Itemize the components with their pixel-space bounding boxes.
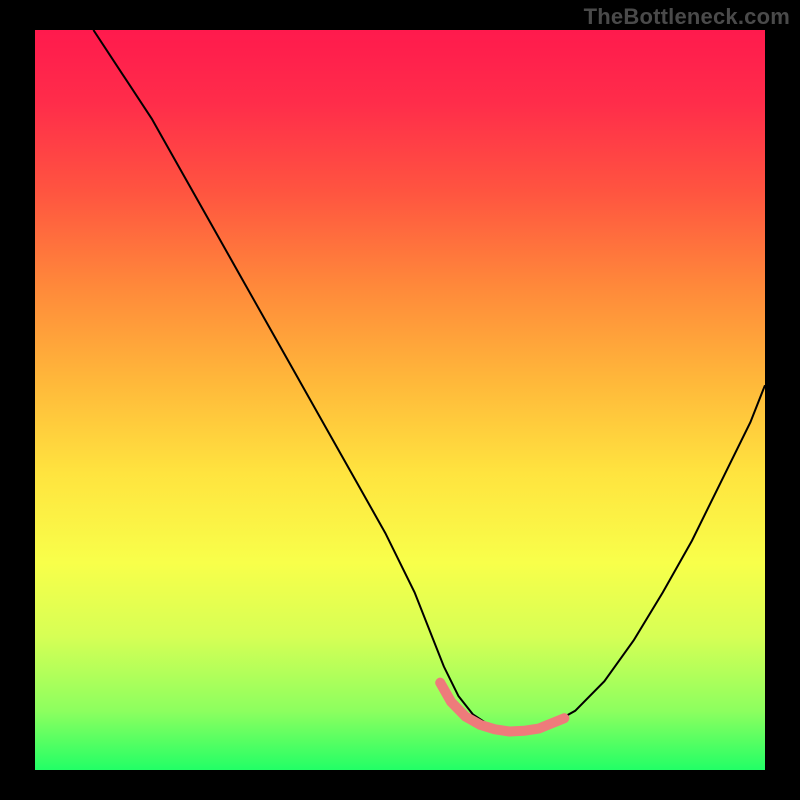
optimal-band-line xyxy=(440,683,564,732)
watermark-text: TheBottleneck.com xyxy=(584,4,790,30)
curve-layer xyxy=(35,30,765,770)
v-curve-line xyxy=(93,30,765,732)
chart-frame: TheBottleneck.com xyxy=(0,0,800,800)
plot-area xyxy=(35,30,765,770)
